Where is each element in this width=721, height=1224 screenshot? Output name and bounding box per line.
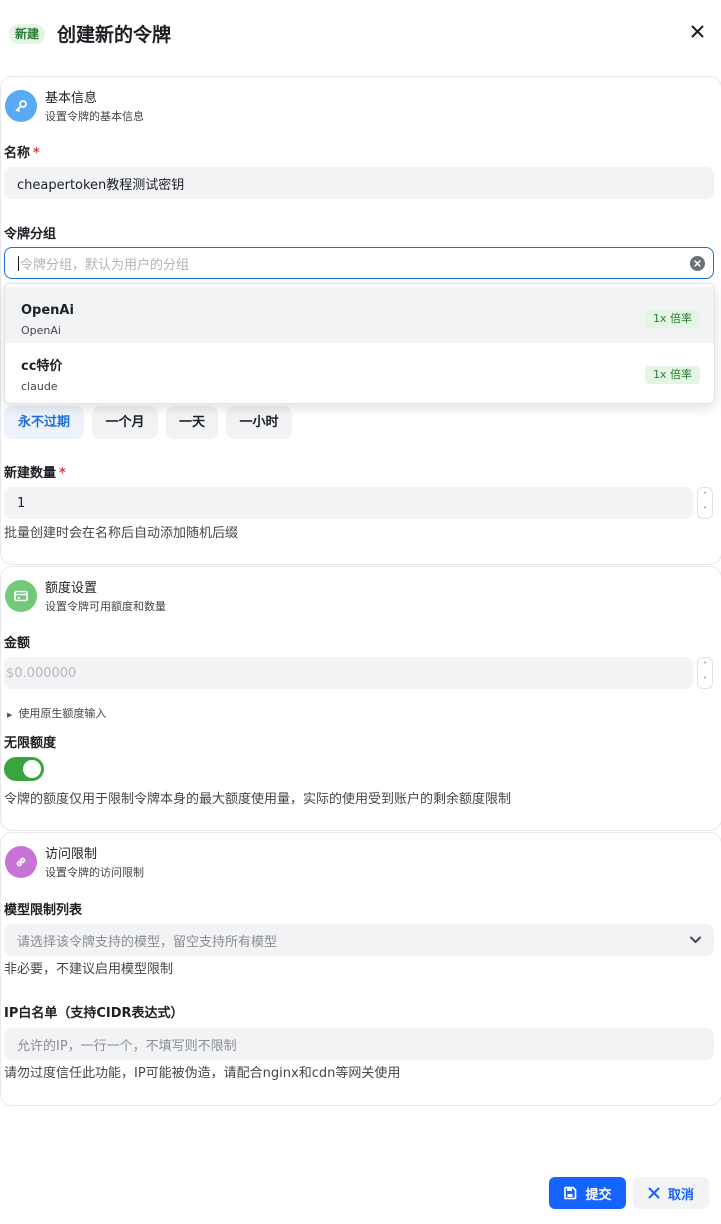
option-desc: OpenAi	[21, 324, 61, 337]
submit-button[interactable]: 提交	[549, 1177, 626, 1209]
native-quota-label: 使用原生额度输入	[18, 707, 107, 720]
link-icon	[5, 846, 37, 878]
cancel-label: 取消	[667, 1187, 694, 1203]
amount-stepper[interactable]: ˄ ˅	[697, 657, 713, 689]
chevron-up-icon[interactable]: ˄	[698, 488, 712, 503]
option-name: OpenAi	[21, 303, 74, 318]
clear-icon[interactable]	[690, 256, 705, 271]
expire-month-button[interactable]: 一个月	[92, 406, 158, 439]
models-placeholder: 请选择该令牌支持的模型，留空支持所有模型	[17, 934, 278, 950]
name-input[interactable]: cheapertoken教程测试密钥	[4, 167, 714, 199]
section-title: 基本信息	[45, 91, 98, 106]
section-subtitle: 设置令牌可用额度和数量	[45, 600, 166, 613]
chevron-down-icon[interactable]: ˅	[698, 673, 712, 688]
caret-right-icon: ▶	[7, 711, 13, 719]
section-subtitle: 设置令牌的基本信息	[45, 110, 144, 123]
modal-header: 新建 创建新的令牌	[0, 0, 721, 70]
save-icon	[564, 1186, 577, 1200]
group-label: 令牌分组	[4, 227, 57, 242]
section-title: 额度设置	[45, 581, 98, 596]
ratio-tag: 1x 倍率	[644, 366, 700, 384]
native-quota-toggle[interactable]: ▶ 使用原生额度输入	[7, 707, 106, 722]
close-icon	[691, 25, 703, 37]
option-name: cc特价	[21, 359, 63, 374]
close-icon	[648, 1187, 660, 1199]
key-icon	[5, 90, 37, 122]
count-label: 新建数量 *	[4, 466, 66, 481]
group-placeholder: 令牌分组，默认为用户的分组	[20, 257, 190, 273]
chevron-down-icon[interactable]: ˅	[698, 503, 712, 518]
group-option-cc[interactable]: cc特价 claude 1x 倍率	[5, 343, 714, 399]
ip-label: IP白名单（支持CIDR表达式）	[4, 1006, 184, 1021]
new-badge: 新建	[9, 24, 46, 44]
name-label: 名称 *	[4, 146, 40, 161]
page-title: 创建新的令牌	[57, 24, 172, 46]
chevron-down-icon	[690, 936, 701, 943]
count-stepper[interactable]: ˄ ˅	[697, 487, 713, 519]
unlimited-hint: 令牌的额度仅用于限制令牌本身的最大额度使用量，实际的使用受到账户的剩余额度限制	[4, 792, 512, 807]
option-desc: claude	[21, 380, 58, 393]
ratio-tag: 1x 倍率	[644, 310, 700, 328]
ip-hint: 请勿过度信任此功能，IP可能被伪造，请配合nginx和cdn等网关使用	[4, 1066, 401, 1081]
count-input[interactable]: 1	[4, 487, 693, 519]
ip-input[interactable]: 允许的IP，一行一个，不填写则不限制	[4, 1028, 714, 1060]
expire-day-button[interactable]: 一天	[166, 406, 218, 439]
group-dropdown: OpenAi OpenAi 1x 倍率 cc特价 claude 1x 倍率	[4, 283, 715, 404]
section-title: 访问限制	[45, 847, 98, 862]
chevron-up-icon[interactable]: ˄	[698, 658, 712, 673]
models-hint: 非必要，不建议启用模型限制	[4, 962, 174, 977]
amount-label: 金额	[4, 636, 31, 651]
models-select[interactable]: 请选择该令牌支持的模型，留空支持所有模型	[4, 924, 714, 956]
card-icon	[5, 580, 37, 612]
cancel-button[interactable]: 取消	[633, 1177, 709, 1209]
group-option-openai[interactable]: OpenAi OpenAi 1x 倍率	[5, 287, 714, 343]
models-label: 模型限制列表	[4, 903, 83, 918]
amount-input[interactable]: $0.000000	[4, 657, 693, 689]
unlimited-switch[interactable]	[4, 757, 44, 781]
switch-knob	[23, 760, 41, 778]
unlimited-label: 无限额度	[4, 736, 57, 751]
submit-label: 提交	[585, 1187, 612, 1203]
text-caret	[18, 255, 19, 271]
count-hint: 批量创建时会在名称后自动添加随机后缀	[4, 526, 239, 541]
section-subtitle: 设置令牌的访问限制	[45, 866, 144, 879]
expire-hour-button[interactable]: 一小时	[226, 406, 292, 439]
close-button[interactable]	[686, 20, 708, 42]
group-input[interactable]: 令牌分组，默认为用户的分组	[4, 247, 714, 279]
expire-never-button[interactable]: 永不过期	[4, 406, 84, 439]
